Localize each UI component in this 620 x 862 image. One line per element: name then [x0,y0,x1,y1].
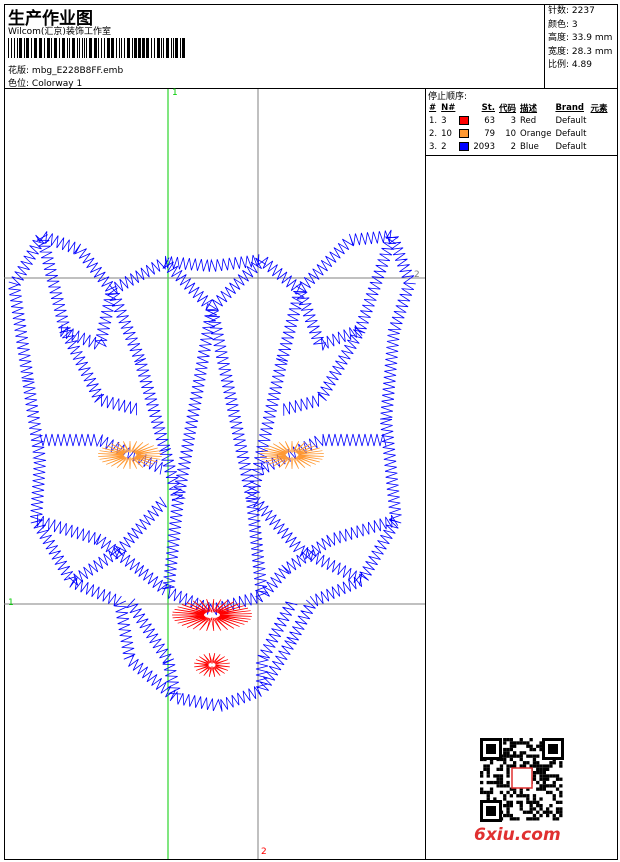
design-file-name: mbg_E228B8FF.emb [31,66,124,76]
blue-stitch-run [247,291,306,499]
color-swatch [459,141,470,151]
blue-stitch-run [108,254,302,295]
orange-eye-right [260,440,324,470]
design-label: 花版: [8,66,30,76]
embroidery-design [4,89,425,859]
watermark-text: 6xiu.com [474,825,561,845]
table-row: 3. 2 2093 2 Blue Default [429,141,587,152]
blue-stitch-run [60,293,118,350]
blue-stitch-run [283,236,398,416]
design-canvas [4,89,426,859]
red-mouth [194,653,230,677]
info-colors: 颜色: 3 [548,19,578,30]
table-row: 2. 10 79 10 Orange Default [429,128,587,139]
blue-stitch-run [126,598,182,695]
qr-code-icon [480,738,564,822]
stop-sequence-table: # N# St. 代码 描述 Brand 元素 1. 3 63 3 Red Default 2. 10… [427,101,610,153]
blue-stitch-run [68,496,167,586]
company-name: Wilcom(汇京)装饰工作室 [8,27,111,37]
info-scale: 比例: 4.89 [548,60,592,70]
color-swatch [459,115,470,125]
blue-stitch-run [8,231,117,292]
design-file: 花版: mbg_E228B8FF.emb [8,63,123,76]
design-info: 针数: 2237 颜色: 3 高度: 33.9 mm 宽度: 28.3 mm 比… [544,4,618,89]
colorway: 色位: Colorway 1 [8,76,82,89]
guide-label-h2: 2 [414,270,420,280]
info-stitches: 针数: 2237 [548,6,595,16]
divider [426,155,618,156]
guide-label-v2: 2 [261,847,267,857]
qr-watermark: 6xiu.com [474,736,566,845]
blue-stitch-run [162,308,268,616]
blue-stitch-run [114,599,316,712]
barcode [8,38,185,58]
table-row: 1. 3 63 3 Red Default [429,115,587,126]
color-swatch [459,128,470,138]
guide-label-h1: 1 [8,598,14,608]
colorway-value: Colorway 1 [31,79,83,89]
colorway-label: 色位: [8,79,30,89]
orange-eye-left [98,440,162,470]
table-header: # N# St. 代码 描述 Brand 元素 [429,102,608,114]
blue-stitch-run [107,287,184,502]
guide-label-v1: 1 [172,88,178,98]
info-height: 高度: 33.9 mm [548,33,613,43]
info-width: 宽度: 28.3 mm [548,46,613,57]
